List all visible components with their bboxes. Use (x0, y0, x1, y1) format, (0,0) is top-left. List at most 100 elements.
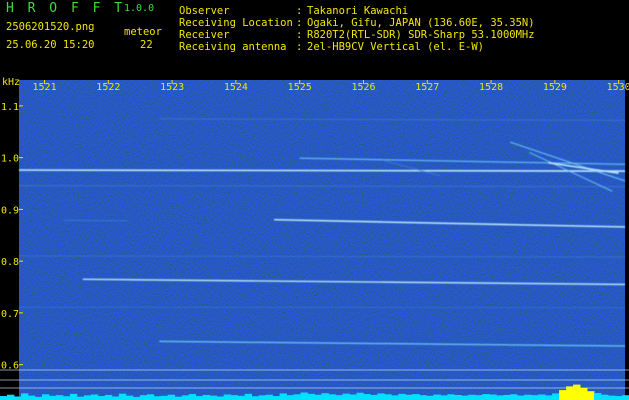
signal-bar (6, 394, 15, 400)
signal-bar (447, 394, 455, 400)
y-axis-unit: kHz (2, 77, 20, 88)
observer-colon: : (296, 5, 303, 17)
signal-bar (503, 394, 511, 400)
observer-label: Observer (179, 5, 230, 17)
signal-bar (125, 395, 134, 400)
signal-bar (615, 396, 623, 400)
signal-bar (111, 396, 120, 400)
signal-bar (328, 394, 336, 400)
y-tick-label: 0.9 (1, 205, 19, 216)
header-panel: H R O F F T 1.0.0 2506201520.png 25.06.2… (0, 0, 629, 70)
signal-bar (202, 394, 211, 400)
signal-bar (167, 394, 176, 400)
signal-bar (426, 395, 434, 400)
antenna-label: Receiving antenna (179, 41, 287, 53)
x-tick-label: 1522 (96, 82, 120, 93)
app-version: 1.0.0 (124, 3, 155, 14)
receiver-label: Receiver (179, 29, 230, 41)
spectrogram-plot: 1521 1522 1523 1524 1525 1526 1527 1528 1529 1530… (0, 70, 629, 400)
location-label: Receiving Location (179, 17, 293, 29)
x-tick-label: 1527 (415, 82, 439, 93)
signal-bar (314, 394, 322, 400)
signal-bar (468, 394, 476, 400)
signal-bar (622, 395, 629, 400)
signal-bar (601, 394, 609, 400)
receiver-value: R820T2(RTL-SDR) SDR-Sharp 53.1000MHz (307, 29, 535, 41)
spectrogram-noise (19, 80, 625, 400)
signal-bar (545, 395, 553, 400)
signal-bar (307, 393, 315, 400)
signal-bar (20, 393, 29, 400)
signal-bar (559, 390, 567, 400)
signal-bar (335, 395, 343, 400)
detection-label: meteor (124, 26, 162, 38)
signal-bar (517, 395, 525, 400)
signal-bar (265, 394, 273, 400)
meteor-trace (18, 306, 626, 309)
signal-bar (321, 393, 329, 400)
signal-bar (27, 395, 36, 400)
signal-bar (188, 394, 197, 400)
signal-bar (363, 394, 371, 400)
signal-bar (195, 396, 204, 400)
signal-bar (384, 394, 392, 400)
signal-bar (55, 395, 64, 400)
location-value: Ogaki, Gifu, JAPAN (136.60E, 35.35N) (307, 17, 535, 29)
signal-bar (454, 394, 462, 400)
signal-bar (412, 394, 420, 400)
signal-bar (146, 394, 155, 400)
signal-bar (349, 394, 357, 400)
signal-bar (258, 395, 266, 400)
signal-bar (230, 395, 239, 400)
signal-bar (279, 393, 287, 400)
x-tick-label: 1528 (479, 82, 503, 93)
signal-bar (13, 396, 22, 400)
signal-bar (286, 395, 294, 400)
receiver-colon: : (296, 29, 303, 41)
signal-bar (300, 392, 308, 400)
signal-bar (552, 393, 560, 400)
signal-bar (496, 395, 504, 400)
signal-bar (391, 395, 399, 400)
app-title: H R O F F T (6, 1, 126, 16)
observer-value: Takanori Kawachi (307, 5, 409, 17)
signal-bar (482, 394, 490, 400)
signal-bar (377, 393, 385, 400)
antenna-colon: : (296, 41, 303, 53)
x-tick-label: 1523 (160, 82, 184, 93)
location-colon: : (296, 17, 303, 29)
signal-bar (566, 386, 574, 400)
y-tick-label: 1.1 (1, 102, 19, 113)
y-tick-label: 0.6 (1, 361, 19, 372)
signal-bar (69, 393, 78, 400)
signal-bar (594, 392, 602, 400)
signal-bar (580, 387, 588, 400)
signal-bar (0, 396, 8, 400)
signal-bar (216, 396, 225, 400)
signal-bar (356, 392, 364, 400)
signal-bar (83, 395, 92, 400)
signal-bar (461, 395, 469, 400)
signal-bar (139, 395, 148, 400)
signal-bar (223, 394, 232, 400)
signal-bar (370, 394, 378, 400)
y-tick-label: 0.8 (1, 257, 19, 268)
x-tick-label: 1525 (288, 82, 312, 93)
signal-bar (160, 395, 169, 400)
signal-bar (440, 395, 448, 400)
signal-bar (41, 394, 50, 400)
signal-bar (342, 393, 350, 400)
signal-bar (405, 394, 413, 400)
signal-bar (90, 394, 99, 400)
signal-bar (538, 394, 546, 400)
signal-bar (587, 391, 595, 400)
signal-bar (118, 393, 127, 400)
signal-bar (237, 395, 246, 400)
signal-bar (398, 393, 406, 400)
x-tick-label: 1521 (33, 82, 57, 93)
x-tick-label: 1526 (351, 82, 375, 93)
signal-bar (48, 395, 57, 400)
signal-bar (251, 396, 259, 400)
detection-count: 22 (140, 39, 153, 51)
signal-bar (244, 393, 252, 400)
